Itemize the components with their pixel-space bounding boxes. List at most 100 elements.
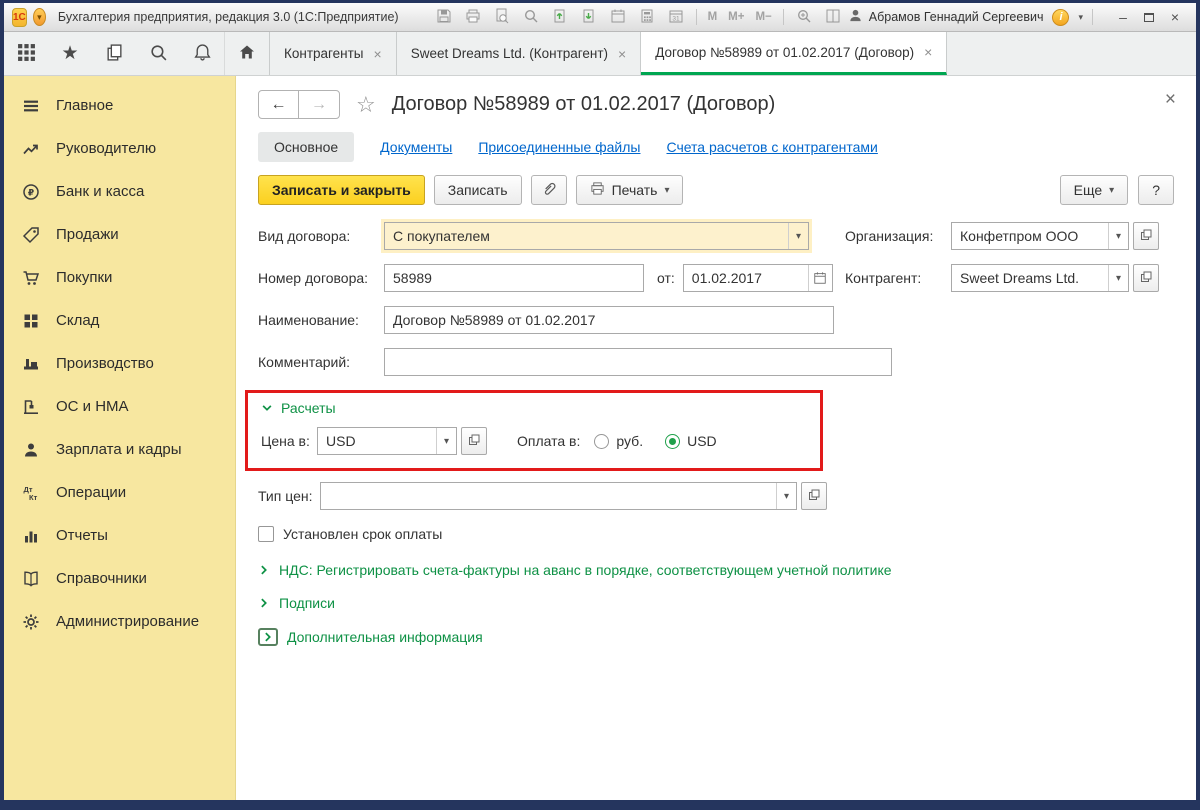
main-menu-button[interactable]: ▾: [33, 8, 46, 26]
all-functions-button[interactable]: [4, 32, 48, 75]
save-button[interactable]: Записать: [434, 175, 522, 205]
additional-info-section-toggle[interactable]: Дополнительная информация: [258, 628, 1174, 646]
boxes-grid-icon: [19, 312, 43, 330]
sidebar-item-sales[interactable]: Продажи: [4, 213, 235, 256]
payment-rub-radio[interactable]: руб.: [594, 433, 643, 449]
contract-type-field[interactable]: С покупателем ▾: [384, 222, 809, 250]
memory-m-plus-button[interactable]: M+: [728, 11, 744, 23]
user-menu[interactable]: Абрамов Геннадий Сергеевич: [848, 8, 1044, 26]
tab-close-icon[interactable]: ×: [618, 47, 626, 61]
button-label: Записать и закрыть: [272, 182, 411, 198]
tab-sweet-dreams[interactable]: Sweet Dreams Ltd. (Контрагент) ×: [397, 32, 642, 75]
upload-document-button[interactable]: [551, 8, 569, 26]
zoom-button[interactable]: [795, 8, 813, 26]
payment-due-label[interactable]: Установлен срок оплаты: [283, 526, 442, 542]
sidebar-item-production[interactable]: Производство: [4, 342, 235, 385]
sidebar-item-main[interactable]: Главное: [4, 84, 235, 127]
calculations-section-toggle[interactable]: Расчеты: [261, 400, 808, 416]
date-field[interactable]: 01.02.2017: [683, 264, 833, 292]
tabbar: ★ Контрагенты × Sweet Dreams Ltd. (Контр…: [4, 32, 1196, 76]
chevron-down-icon[interactable]: ▾: [1108, 223, 1128, 249]
split-window-button[interactable]: [824, 8, 842, 26]
calendar-icon[interactable]: [808, 265, 832, 291]
sidebar-item-warehouse[interactable]: Склад: [4, 299, 235, 342]
sidebar-item-administration[interactable]: Администрирование: [4, 600, 235, 643]
tab-close-icon[interactable]: ×: [374, 47, 382, 61]
nav-tab-main[interactable]: Основное: [258, 132, 354, 162]
payment-usd-radio[interactable]: USD: [665, 433, 717, 449]
sidebar-item-manager[interactable]: Руководителю: [4, 127, 235, 170]
memory-m-button[interactable]: M: [708, 11, 718, 23]
tab-contract[interactable]: Договор №58989 от 01.02.2017 (Договор) ×: [641, 32, 947, 75]
tab-close-icon[interactable]: ×: [924, 45, 932, 59]
favorites-button[interactable]: ★: [48, 32, 92, 75]
sidebar-item-operations[interactable]: ДтКтОперации: [4, 471, 235, 514]
nav-link-attached-files[interactable]: Присоединенные файлы: [478, 139, 640, 155]
sidebar-item-directories[interactable]: Справочники: [4, 557, 235, 600]
more-button[interactable]: Еще▾: [1060, 175, 1129, 205]
chevron-down-icon[interactable]: ▾: [1108, 265, 1128, 291]
sidebar-item-reports[interactable]: Отчеты: [4, 514, 235, 557]
close-button[interactable]: ×: [1162, 7, 1188, 27]
payment-due-checkbox[interactable]: [258, 526, 274, 542]
sidebar-item-purchases[interactable]: Покупки: [4, 256, 235, 299]
help-button[interactable]: ?: [1138, 175, 1174, 205]
notifications-button[interactable]: [180, 32, 224, 75]
tab-label: Договор №58989 от 01.02.2017 (Договор): [655, 45, 914, 60]
chevron-down-icon[interactable]: ▾: [776, 483, 796, 509]
chevron-down-icon[interactable]: ▾: [788, 223, 808, 249]
chevron-down-icon[interactable]: ▾: [436, 428, 456, 454]
save-button[interactable]: [435, 8, 453, 26]
favorite-star-button[interactable]: ☆: [356, 94, 376, 116]
print-button[interactable]: [464, 8, 482, 26]
search-button[interactable]: [522, 8, 540, 26]
sidebar-item-label: Справочники: [56, 570, 147, 587]
sidebar-item-bank[interactable]: ₽Банк и касса: [4, 170, 235, 213]
nav-link-settlement-accounts[interactable]: Счета расчетов с контрагентами: [666, 139, 877, 155]
save-and-close-button[interactable]: Записать и закрыть: [258, 175, 425, 205]
price-currency-field[interactable]: USD ▾: [317, 427, 457, 455]
info-button[interactable]: i: [1052, 9, 1069, 26]
calendar-date-button[interactable]: 31: [667, 8, 685, 26]
price-type-open-button[interactable]: [801, 482, 827, 510]
drill-press-icon: [19, 398, 43, 416]
counterparty-field[interactable]: Sweet Dreams Ltd. ▾: [951, 264, 1129, 292]
vat-section-toggle[interactable]: НДС: Регистрировать счета-фактуры на ава…: [258, 562, 1174, 578]
comment-field[interactable]: [384, 348, 892, 376]
signatures-section-toggle[interactable]: Подписи: [258, 595, 1174, 611]
minimize-button[interactable]: –: [1110, 7, 1136, 27]
sidebar-item-salary-hr[interactable]: Зарплата и кадры: [4, 428, 235, 471]
print-preview-button[interactable]: [493, 8, 511, 26]
radio-label[interactable]: USD: [687, 433, 717, 449]
download-document-button[interactable]: [580, 8, 598, 26]
document-close-button[interactable]: ×: [1165, 90, 1176, 109]
print-button[interactable]: Печать ▾: [576, 175, 684, 205]
maximize-button[interactable]: [1136, 7, 1162, 27]
price-currency-open-button[interactable]: [461, 427, 487, 455]
document-title: Договор №58989 от 01.02.2017 (Договор): [392, 93, 776, 116]
name-field[interactable]: Договор №58989 от 01.02.2017: [384, 306, 834, 334]
organization-open-button[interactable]: [1133, 222, 1159, 250]
nav-link-documents[interactable]: Документы: [380, 139, 452, 155]
magnifier-icon: [523, 8, 539, 27]
annotation-box-calculations: Расчеты Цена в: USD ▾ Оплата в: руб.: [245, 390, 823, 471]
forward-button[interactable]: →: [299, 91, 339, 118]
attach-file-button[interactable]: [531, 175, 567, 205]
titlebar-dropdown-button[interactable]: ▾: [1078, 12, 1083, 23]
back-button[interactable]: ←: [259, 91, 299, 118]
global-search-button[interactable]: [136, 32, 180, 75]
tab-counterparties[interactable]: Контрагенты ×: [270, 32, 397, 75]
organization-field[interactable]: Конфетпром ООО ▾: [951, 222, 1129, 250]
home-tab[interactable]: [224, 32, 270, 75]
contract-number-field[interactable]: 58989: [384, 264, 644, 292]
person-icon: [19, 441, 43, 459]
radio-label[interactable]: руб.: [616, 433, 643, 449]
memory-m-minus-button[interactable]: M−: [755, 11, 771, 23]
history-button[interactable]: [92, 32, 136, 75]
calendar-button[interactable]: [609, 8, 627, 26]
calculator-button[interactable]: [638, 8, 656, 26]
sidebar-item-fixed-assets[interactable]: ОС и НМА: [4, 385, 235, 428]
price-type-field[interactable]: ▾: [320, 482, 797, 510]
counterparty-open-button[interactable]: [1133, 264, 1159, 292]
ruble-coin-icon: ₽: [19, 183, 43, 201]
